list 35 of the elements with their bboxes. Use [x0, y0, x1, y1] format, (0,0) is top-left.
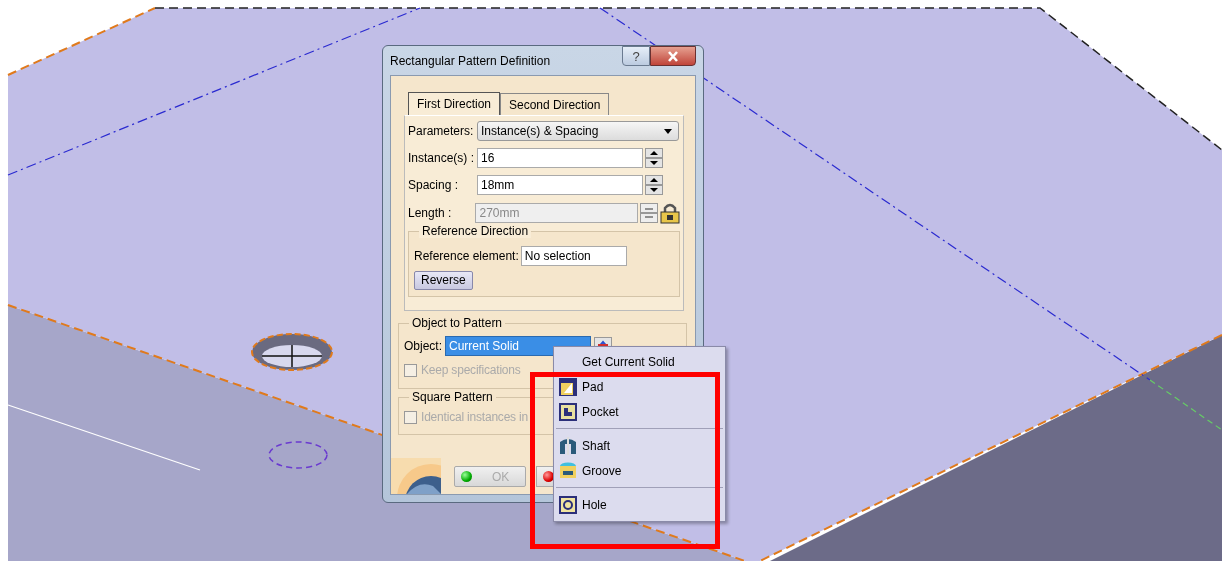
- close-button[interactable]: [650, 46, 696, 66]
- shaft-icon: [558, 435, 578, 456]
- pad-icon: [558, 376, 578, 397]
- menu-item[interactable]: Groove: [556, 458, 723, 483]
- group-title: Object to Pattern: [409, 316, 506, 330]
- menu-item[interactable]: Pocket: [556, 399, 723, 424]
- menu-item[interactable]: Shaft: [556, 433, 723, 458]
- checkbox-label: Identical instances in: [421, 410, 528, 424]
- field-label: Length :: [408, 206, 453, 220]
- tab[interactable]: First Direction: [408, 92, 500, 115]
- groove-icon: [558, 460, 578, 481]
- field-label: Instance(s) :: [408, 151, 476, 165]
- field-label: Parameters:: [408, 124, 475, 138]
- tab[interactable]: Second Direction: [500, 93, 610, 115]
- field-label: Reference element:: [414, 249, 519, 263]
- spinner-icon[interactable]: [645, 175, 663, 195]
- window-title: Rectangular Pattern Definition: [390, 54, 551, 68]
- menu-item[interactable]: Hole: [556, 492, 723, 517]
- input-field[interactable]: 18mm: [477, 175, 643, 195]
- group-title: Reference Direction: [419, 224, 532, 238]
- dropdown-caret-icon: [664, 128, 672, 134]
- hole-icon: [558, 494, 578, 515]
- help-button[interactable]: ?: [622, 46, 650, 66]
- close-icon: [667, 50, 679, 62]
- input-field[interactable]: 16: [477, 148, 643, 168]
- field-label: Object:: [404, 339, 442, 353]
- spinner-icon[interactable]: [645, 148, 663, 168]
- lock-icon[interactable]: [658, 202, 680, 224]
- input-field[interactable]: No selection: [520, 246, 627, 266]
- pocket-icon: [558, 401, 578, 422]
- field-label: Spacing :: [408, 178, 460, 192]
- reverse-button[interactable]: Reverse: [414, 270, 473, 290]
- group-title: Square Pattern: [409, 390, 496, 404]
- parameters-dropdown[interactable]: Instance(s) & Spacing: [477, 121, 679, 141]
- checkbox-label: Keep specifications: [421, 363, 521, 377]
